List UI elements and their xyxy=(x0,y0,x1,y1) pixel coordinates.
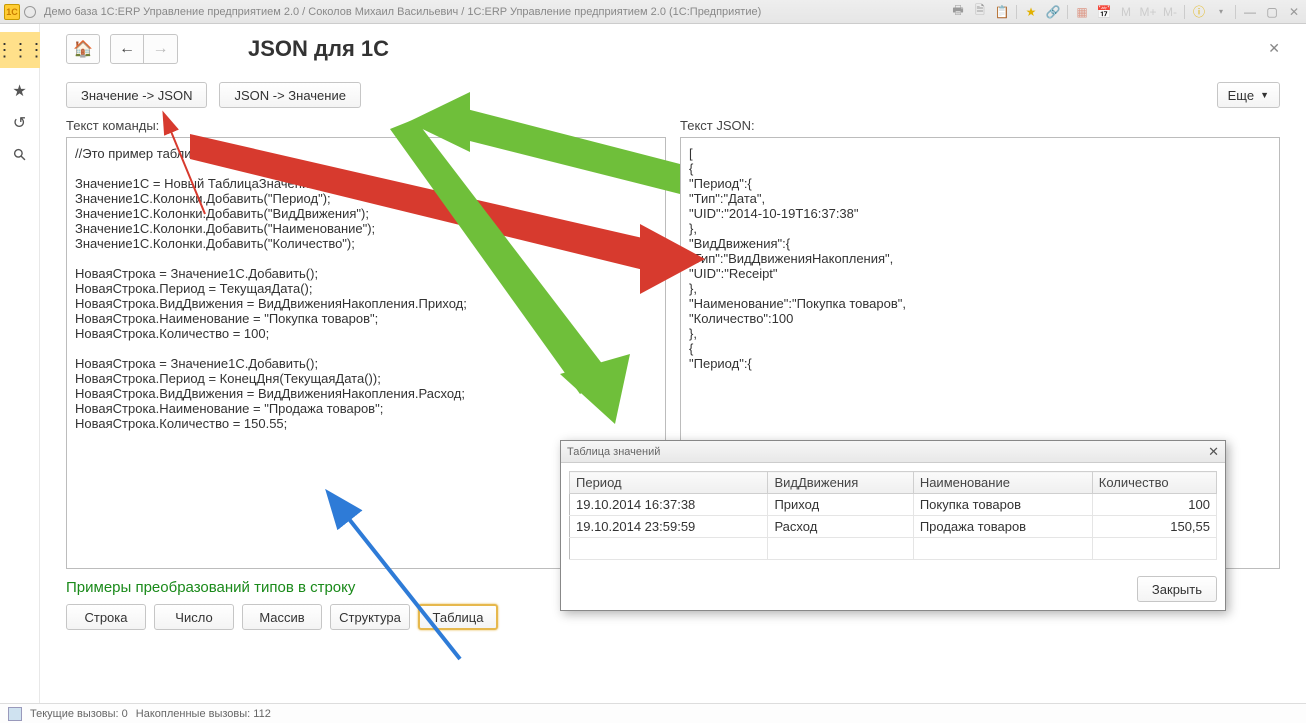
sys-icons: 🖶 🗎 📋 ★ 🔗 ▦ 📅 M M+ M- ⓘ ▾ — ▢ ✕ xyxy=(950,4,1302,20)
values-table: Период ВидДвижения Наименование Количест… xyxy=(569,471,1217,560)
maximize-icon[interactable]: ▢ xyxy=(1264,4,1280,20)
clipboard-icon[interactable]: 📋 xyxy=(994,4,1010,20)
app-logo: 1C xyxy=(4,4,20,20)
command-label: Текст команды: xyxy=(66,118,666,133)
dialog-close-button[interactable]: Закрыть xyxy=(1137,576,1217,602)
status-current-calls: Текущие вызовы: 0 xyxy=(30,708,128,720)
star-icon[interactable]: ★ xyxy=(1023,4,1039,20)
page-title: JSON для 1С xyxy=(248,36,389,62)
print-icon[interactable]: 🖶 xyxy=(950,4,966,20)
forward-button[interactable]: → xyxy=(144,34,178,64)
status-icon xyxy=(8,707,22,721)
favorites-icon[interactable]: ★ xyxy=(11,82,29,100)
home-button[interactable]: 🏠 xyxy=(66,34,100,64)
col-period[interactable]: Период xyxy=(570,472,768,494)
table-row xyxy=(570,538,1217,560)
close-window-icon[interactable]: ✕ xyxy=(1286,4,1302,20)
example-struct-button[interactable]: Структура xyxy=(330,604,410,630)
dialog-close-icon[interactable]: ✕ xyxy=(1208,444,1219,460)
left-rail: ⋮⋮⋮ ★ ↺ ⚲ xyxy=(0,24,40,703)
json-label: Текст JSON: xyxy=(680,118,1280,133)
col-name[interactable]: Наименование xyxy=(913,472,1092,494)
calendar-icon[interactable]: 📅 xyxy=(1096,4,1112,20)
status-accumulated-calls: Накопленные вызовы: 112 xyxy=(136,708,271,720)
dialog-titlebar[interactable]: Таблица значений ✕ xyxy=(561,441,1225,463)
json-to-value-button[interactable]: JSON -> Значение xyxy=(219,82,360,108)
window-title: Демо база 1C:ERP Управление предприятием… xyxy=(40,6,946,18)
more-button[interactable]: Еще▼ xyxy=(1217,82,1280,108)
info-icon[interactable]: ⓘ xyxy=(1191,4,1207,20)
calc-icon[interactable]: ▦ xyxy=(1074,4,1090,20)
table-row[interactable]: 19.10.2014 23:59:59 Расход Продажа товар… xyxy=(570,516,1217,538)
example-array-button[interactable]: Массив xyxy=(242,604,322,630)
example-table-button[interactable]: Таблица xyxy=(418,604,498,630)
table-row[interactable]: 19.10.2014 16:37:38 Приход Покупка товар… xyxy=(570,494,1217,516)
example-number-button[interactable]: Число xyxy=(154,604,234,630)
statusbar: Текущие вызовы: 0 Накопленные вызовы: 11… xyxy=(0,703,1306,723)
search-icon[interactable]: ⚲ xyxy=(7,142,32,167)
example-string-button[interactable]: Строка xyxy=(66,604,146,630)
history-icon[interactable]: ↺ xyxy=(11,114,29,132)
main-area: 🏠 ← → JSON для 1С ✕ Значение -> JSON JSO… xyxy=(40,24,1306,703)
close-page-icon[interactable]: ✕ xyxy=(1268,40,1280,57)
doc-icon[interactable]: 🗎 xyxy=(972,4,988,20)
col-kind[interactable]: ВидДвижения xyxy=(768,472,913,494)
chevron-down-icon: ▼ xyxy=(1260,90,1269,100)
mminus-icon[interactable]: M- xyxy=(1162,4,1178,20)
apps-icon[interactable]: ⋮⋮⋮ xyxy=(0,32,40,68)
value-to-json-button[interactable]: Значение -> JSON xyxy=(66,82,207,108)
minimize-icon[interactable]: — xyxy=(1242,4,1258,20)
link-icon[interactable]: 🔗 xyxy=(1045,4,1061,20)
titlebar-dot xyxy=(24,6,36,18)
back-button[interactable]: ← xyxy=(110,34,144,64)
table-values-dialog: Таблица значений ✕ Период ВидДвижения На… xyxy=(560,440,1226,611)
info-dropdown-icon[interactable]: ▾ xyxy=(1213,4,1229,20)
m-icon[interactable]: M xyxy=(1118,4,1134,20)
mplus-icon[interactable]: M+ xyxy=(1140,4,1156,20)
col-qty[interactable]: Количество xyxy=(1092,472,1216,494)
titlebar: 1C Демо база 1C:ERP Управление предприят… xyxy=(0,0,1306,24)
dialog-title-text: Таблица значений xyxy=(567,446,660,458)
